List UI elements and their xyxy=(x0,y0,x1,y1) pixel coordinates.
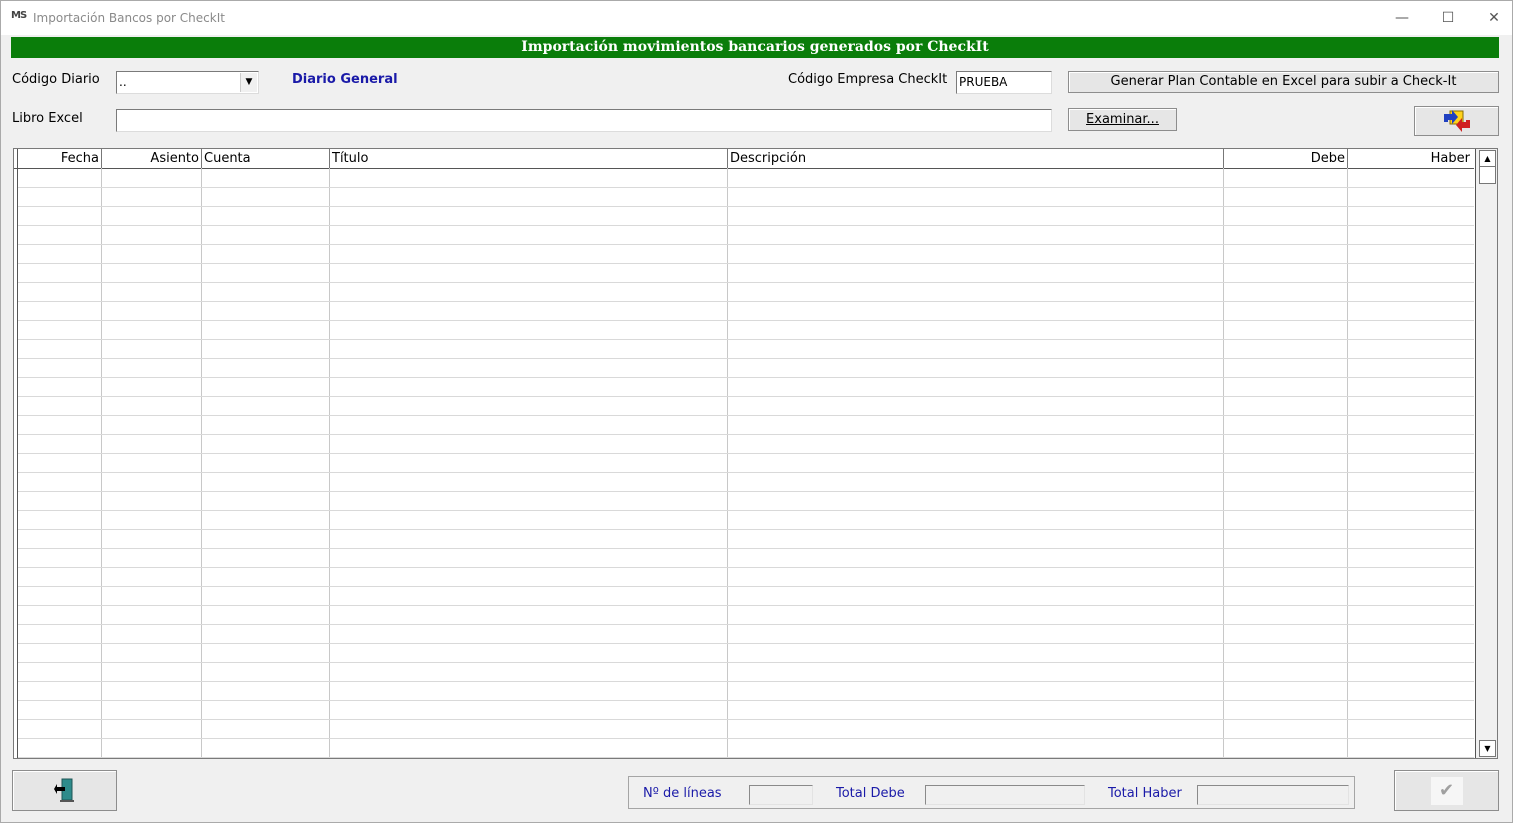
column-header-titulo[interactable]: Título xyxy=(330,149,728,168)
column-header-asiento[interactable]: Asiento xyxy=(102,149,202,168)
table-row-line xyxy=(18,548,1474,549)
table-row-line xyxy=(18,339,1474,340)
exit-button[interactable] xyxy=(12,770,117,811)
table-row-line xyxy=(18,415,1474,416)
minimize-button[interactable]: — xyxy=(1379,3,1425,33)
table-row-line xyxy=(18,282,1474,283)
column-header-debe[interactable]: Debe xyxy=(1224,149,1348,168)
movimientos-grid[interactable]: Fecha Asiento Cuenta Título Descripción … xyxy=(13,148,1498,759)
lineas-label: Nº de líneas xyxy=(643,786,722,801)
grid-header: Fecha Asiento Cuenta Título Descripción … xyxy=(14,149,1474,169)
table-row-line xyxy=(18,643,1474,644)
refresh-arrows-icon xyxy=(1443,110,1470,132)
table-row-line xyxy=(18,358,1474,359)
table-row-line xyxy=(18,453,1474,454)
total-debe-value xyxy=(925,785,1085,805)
generar-plan-contable-button[interactable]: Generar Plan Contable en Excel para subi… xyxy=(1068,71,1499,93)
exit-door-icon xyxy=(53,778,74,802)
checkmark-icon: ✔ xyxy=(1430,777,1463,805)
table-row-line xyxy=(18,567,1474,568)
accept-button[interactable]: ✔ xyxy=(1394,770,1499,811)
window-title: Importación Bancos por CheckIt xyxy=(33,11,225,25)
table-row-line xyxy=(18,320,1474,321)
table-row-line xyxy=(18,301,1474,302)
column-separator xyxy=(329,168,330,758)
examinar-button[interactable]: Examinar... xyxy=(1068,108,1177,131)
codigo-diario-label: Código Diario xyxy=(12,72,100,87)
column-header-descripcion[interactable]: Descripción xyxy=(728,149,1224,168)
table-row-line xyxy=(18,225,1474,226)
table-row-line xyxy=(18,510,1474,511)
vertical-scrollbar[interactable]: ▲ ▼ xyxy=(1475,149,1497,758)
codigo-diario-combo[interactable]: .. ▼ xyxy=(116,71,259,94)
totals-panel: Nº de líneas Total Debe Total Haber xyxy=(628,776,1355,809)
table-row-line xyxy=(18,757,1474,758)
codigo-empresa-label: Código Empresa CheckIt xyxy=(788,72,948,87)
import-refresh-button[interactable] xyxy=(1414,106,1499,136)
table-row-line xyxy=(18,662,1474,663)
scroll-down-arrow-icon[interactable]: ▼ xyxy=(1479,740,1496,757)
table-row-line xyxy=(18,700,1474,701)
close-button[interactable]: ✕ xyxy=(1471,3,1513,33)
column-separator xyxy=(1347,168,1348,758)
scroll-thumb[interactable] xyxy=(1479,166,1496,184)
table-row-line xyxy=(18,434,1474,435)
total-debe-label: Total Debe xyxy=(836,786,905,801)
table-row-line xyxy=(18,244,1474,245)
table-row-line xyxy=(18,377,1474,378)
table-row-line xyxy=(18,206,1474,207)
column-separator xyxy=(101,168,102,758)
table-row-line xyxy=(18,263,1474,264)
table-row-line xyxy=(18,396,1474,397)
table-row-line xyxy=(18,586,1474,587)
maximize-button[interactable]: ☐ xyxy=(1425,3,1471,33)
table-row-line xyxy=(18,681,1474,682)
table-row-line xyxy=(18,624,1474,625)
column-separator xyxy=(1223,168,1224,758)
table-row-line xyxy=(18,472,1474,473)
lineas-value xyxy=(749,785,813,805)
libro-excel-field[interactable] xyxy=(116,109,1052,132)
column-header-fecha[interactable]: Fecha xyxy=(18,149,102,168)
examinar-label: Examinar... xyxy=(1086,112,1159,127)
codigo-diario-value: .. xyxy=(119,75,127,89)
table-row-line xyxy=(18,719,1474,720)
table-row-line xyxy=(18,605,1474,606)
column-header-haber[interactable]: Haber xyxy=(1348,149,1472,168)
diario-name: Diario General xyxy=(292,72,398,87)
column-separator xyxy=(201,168,202,758)
total-haber-value xyxy=(1197,785,1349,805)
column-header-cuenta[interactable]: Cuenta xyxy=(202,149,330,168)
codigo-empresa-field[interactable]: PRUEBA xyxy=(956,71,1052,94)
form-banner: Importación movimientos bancarios genera… xyxy=(11,37,1499,58)
column-separator xyxy=(727,168,728,758)
main-window: MS Importación Bancos por CheckIt — ☐ ✕ … xyxy=(0,0,1513,823)
codigo-empresa-value: PRUEBA xyxy=(959,75,1008,89)
scroll-up-arrow-icon[interactable]: ▲ xyxy=(1479,150,1496,167)
table-row-line xyxy=(18,738,1474,739)
chevron-down-icon[interactable]: ▼ xyxy=(240,73,257,92)
total-haber-label: Total Haber xyxy=(1108,786,1182,801)
table-row-line xyxy=(18,187,1474,188)
app-logo-icon: MS xyxy=(11,10,27,21)
title-bar: MS Importación Bancos por CheckIt — ☐ ✕ xyxy=(1,1,1512,35)
libro-excel-label: Libro Excel xyxy=(12,111,83,126)
table-row-line xyxy=(18,529,1474,530)
table-row-line xyxy=(18,491,1474,492)
